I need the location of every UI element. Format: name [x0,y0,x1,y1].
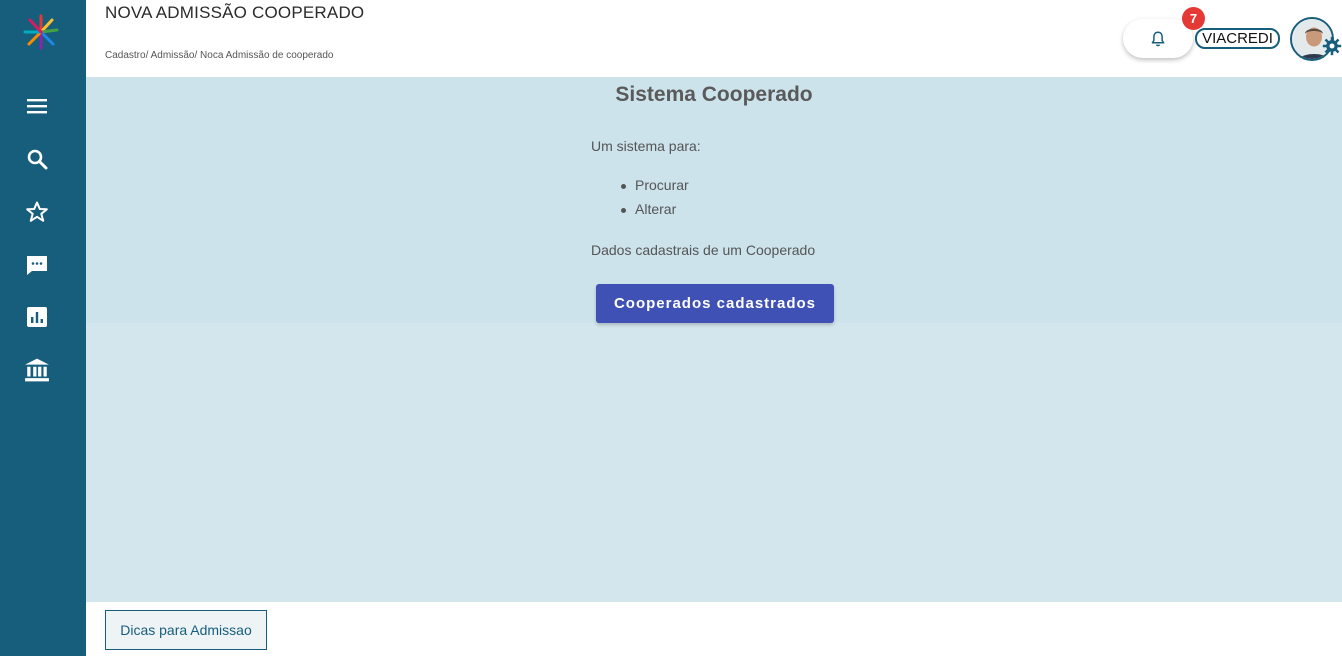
system-title: Sistema Cooperado [615,83,813,106]
page-title: NOVA ADMISSÃO COOPERADO [105,3,365,22]
cooperative-logo [23,14,59,50]
star-icon [26,201,48,222]
list-item: Alterar [621,201,689,225]
list-item: Procurar [621,177,689,201]
main-content: Sistema Cooperado Um sistema para: Procu… [86,77,1342,602]
bell-icon [1151,31,1165,46]
footer: Dicas para Admissao [86,602,1342,656]
system-description: Dados cadastrais de um Cooperado [591,242,816,258]
notifications-button[interactable] [1123,19,1193,58]
system-info-panel: Sistema Cooperado Um sistema para: Procu… [86,77,1342,323]
cooperative-selector[interactable]: VIACREDI [1195,28,1280,49]
sidebar [0,0,86,656]
top-header: NOVA ADMISSÃO COOPERADO Cadastro/ Admiss… [86,0,1342,77]
reports-nav-button[interactable] [24,304,50,330]
bank-icon [25,358,49,382]
favorites-nav-button[interactable] [24,199,50,225]
registered-members-button[interactable]: Cooperados cadastrados [596,284,834,323]
bank-nav-button[interactable] [24,357,50,383]
search-nav-button[interactable] [24,146,50,172]
feature-list: Procurar Alterar [621,177,689,225]
notification-count-badge: 7 [1182,7,1205,30]
menu-icon [27,99,47,114]
chat-icon [27,256,47,275]
chart-icon [27,307,47,327]
system-intro: Um sistema para: [591,138,701,154]
messages-nav-button[interactable] [24,252,50,278]
settings-gear-icon[interactable] [1322,36,1342,56]
admission-tips-button[interactable]: Dicas para Admissao [105,610,267,650]
breadcrumb: Cadastro/ Admissão/ Noca Admissão de coo… [105,50,334,61]
search-icon [27,149,48,170]
menu-button[interactable] [24,93,50,119]
